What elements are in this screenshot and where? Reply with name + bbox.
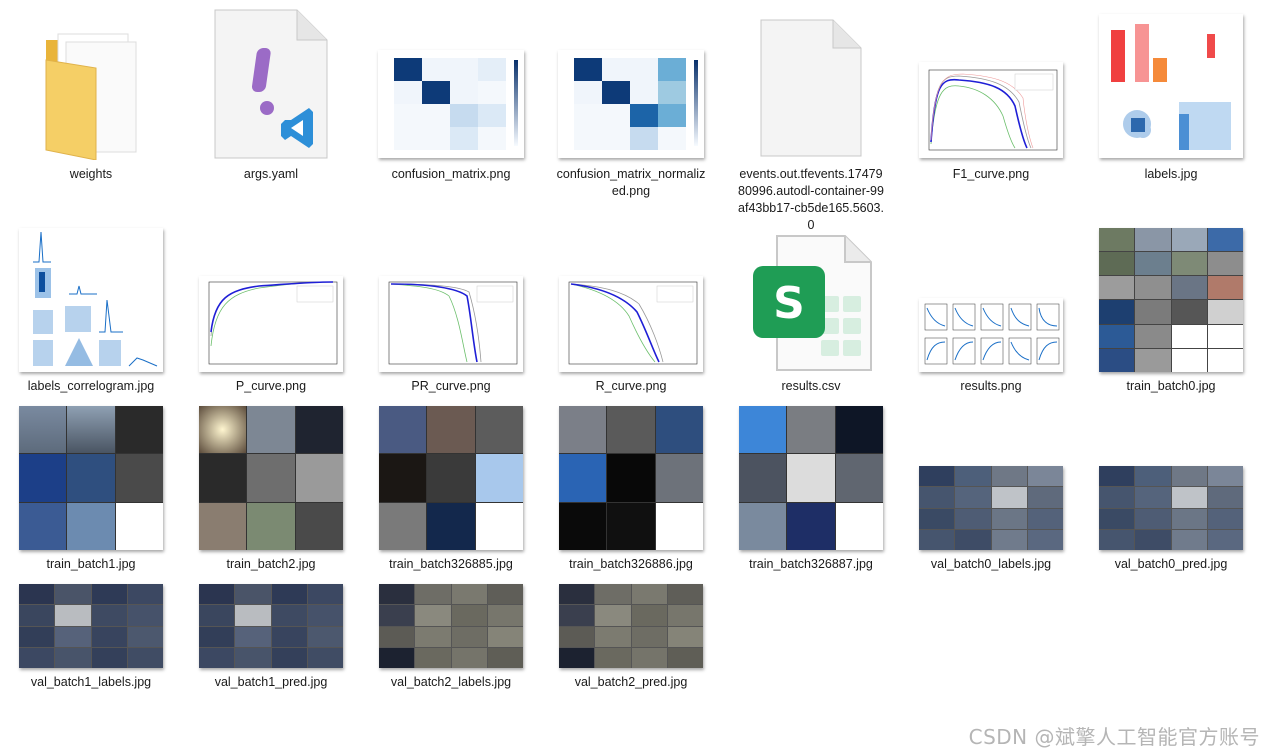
image-thumbnail [916, 404, 1066, 550]
file-name: val_batch1_labels.jpg [30, 675, 152, 689]
image-thumbnail [1096, 404, 1246, 550]
image-thumbnail [556, 582, 706, 668]
yaml-file-icon [196, 8, 346, 160]
file-name: train_batch2.jpg [226, 557, 316, 571]
svg-text:S: S [773, 278, 805, 329]
file-name: train_batch326886.jpg [569, 557, 693, 571]
file-name: val_batch0_pred.jpg [1114, 557, 1228, 571]
file-name: labels.jpg [1144, 167, 1198, 181]
file-name: weights [69, 167, 113, 181]
file-name: R_curve.png [595, 379, 667, 393]
image-thumbnail [196, 226, 346, 372]
watermark: CSDN @斌擎人工智能官方账号 [968, 725, 1260, 749]
image-thumbnail [736, 404, 886, 550]
file-name: val_batch2_labels.jpg [390, 675, 512, 689]
image-thumbnail [376, 404, 526, 550]
file-name: args.yaml [243, 167, 299, 181]
file-name: F1_curve.png [952, 167, 1030, 181]
image-thumbnail [376, 582, 526, 668]
image-thumbnail [196, 582, 346, 668]
image-thumbnail [1096, 226, 1246, 372]
spreadsheet-file-icon: S [736, 226, 886, 372]
image-thumbnail [376, 8, 526, 158]
file-name: confusion_matrix.png [391, 167, 511, 181]
file-name: P_curve.png [235, 379, 307, 393]
file-name: events.out.tfevents.1747980996.autodl-co… [738, 167, 884, 232]
file-name: confusion_matrix_normalized.png [556, 167, 706, 198]
image-thumbnail [16, 226, 166, 372]
file-name: val_batch1_pred.jpg [214, 675, 328, 689]
image-thumbnail [556, 8, 706, 158]
file-name: results.png [960, 379, 1022, 393]
image-thumbnail [16, 582, 166, 668]
folder-icon [16, 8, 166, 160]
image-thumbnail [916, 226, 1066, 372]
image-thumbnail [556, 226, 706, 372]
file-name: val_batch2_pred.jpg [574, 675, 688, 689]
file-name: val_batch0_labels.jpg [930, 557, 1052, 571]
image-thumbnail [376, 226, 526, 372]
image-thumbnail [16, 404, 166, 550]
image-thumbnail [916, 8, 1066, 158]
file-name: train_batch1.jpg [46, 557, 136, 571]
file-name: PR_curve.png [411, 379, 491, 393]
file-name: train_batch326885.jpg [389, 557, 513, 571]
image-thumbnail [1096, 8, 1246, 158]
file-name: train_batch0.jpg [1126, 379, 1216, 393]
file-name: results.csv [781, 379, 841, 393]
image-thumbnail [196, 404, 346, 550]
file-name: labels_correlogram.jpg [27, 379, 155, 393]
image-thumbnail [556, 404, 706, 550]
blank-file-icon [736, 8, 886, 158]
file-name: train_batch326887.jpg [749, 557, 873, 571]
